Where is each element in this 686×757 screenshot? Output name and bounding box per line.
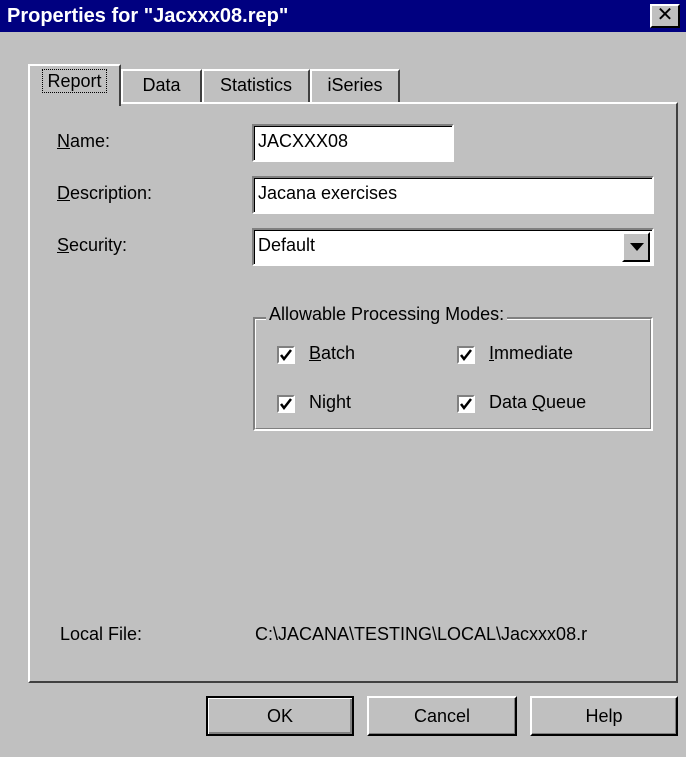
tab-iseries[interactable]: iSeries xyxy=(310,69,400,102)
tab-iseries-label: iSeries xyxy=(327,75,383,95)
name-input[interactable]: JACXXX08 xyxy=(252,124,454,162)
tab-statistics-label: Statistics xyxy=(219,75,293,95)
batch-label[interactable]: Batch xyxy=(309,343,355,364)
data-queue-checkbox[interactable] xyxy=(457,395,475,413)
security-select[interactable]: Default xyxy=(252,228,654,266)
batch-checkbox[interactable] xyxy=(277,346,295,364)
checkmark-icon xyxy=(460,398,472,411)
night-label[interactable]: Night xyxy=(309,392,351,413)
security-label: Security: xyxy=(57,235,128,255)
cancel-button[interactable]: Cancel xyxy=(367,696,517,736)
immediate-label[interactable]: Immediate xyxy=(489,343,573,364)
name-label: Name: xyxy=(57,131,111,151)
data-queue-label[interactable]: Data Queue xyxy=(489,392,586,413)
night-checkbox[interactable] xyxy=(277,395,295,413)
tab-report-label: Report xyxy=(42,69,107,93)
description-label: Description: xyxy=(57,183,153,203)
window-title: Properties for "Jacxxx08.rep" xyxy=(7,5,289,27)
immediate-checkbox[interactable] xyxy=(457,346,475,364)
checkmark-icon xyxy=(280,398,292,411)
tab-data[interactable]: Data xyxy=(121,69,202,102)
tab-report[interactable]: Report xyxy=(28,64,121,106)
processing-modes-title: Allowable Processing Modes: xyxy=(266,304,508,325)
close-icon: ✕ xyxy=(656,4,674,26)
checkmark-icon xyxy=(280,349,292,362)
local-file-label: Local File: xyxy=(60,624,143,644)
ok-button[interactable]: OK xyxy=(206,696,354,736)
checkmark-icon xyxy=(460,349,472,362)
tab-statistics[interactable]: Statistics xyxy=(202,69,310,102)
processing-modes-group xyxy=(253,317,653,431)
close-button[interactable]: ✕ xyxy=(650,4,680,28)
chevron-down-icon xyxy=(630,243,644,251)
tab-data-label: Data xyxy=(142,75,181,95)
help-button[interactable]: Help xyxy=(530,696,678,736)
description-input[interactable]: Jacana exercises xyxy=(252,176,654,214)
local-file-path: C:\JACANA\TESTING\LOCAL\Jacxxx08.r xyxy=(255,624,588,644)
dropdown-button[interactable] xyxy=(622,232,650,262)
